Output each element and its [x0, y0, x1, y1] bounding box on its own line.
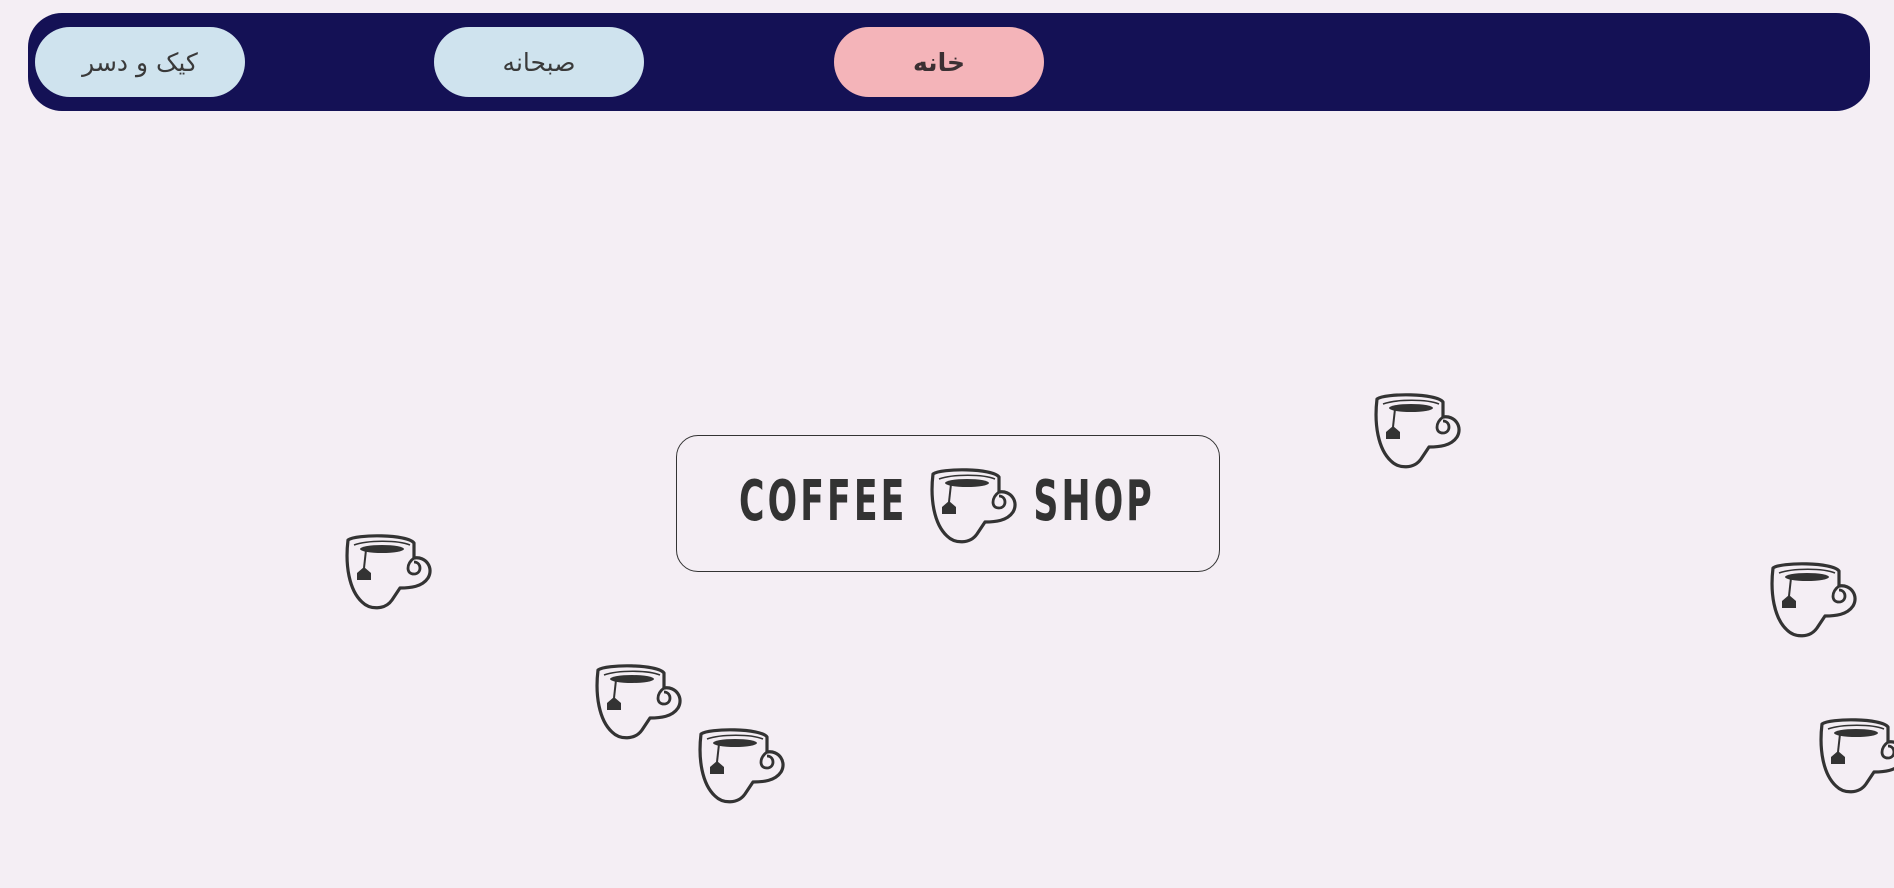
nav-button-home[interactable]: خانه: [834, 27, 1044, 97]
logo-word-shop: SHOP: [1033, 469, 1155, 534]
coffee-shop-logo: COFFEE SHOP: [676, 435, 1220, 572]
tea-cup-icon: [590, 660, 690, 742]
top-navbar: کیک و دسر صبحانه خانه: [28, 13, 1870, 111]
logo-word-coffee: COFFEE: [739, 469, 908, 534]
nav-button-breakfast[interactable]: صبحانه: [434, 27, 644, 97]
tea-cup-icon: [1369, 389, 1469, 471]
nav-button-cake-dessert[interactable]: کیک و دسر: [35, 27, 245, 97]
tea-cup-icon: [1814, 714, 1894, 796]
tea-cup-icon: [1765, 558, 1865, 640]
tea-cup-icon: [925, 464, 1025, 546]
tea-cup-icon: [340, 530, 440, 612]
tea-cup-icon: [693, 724, 793, 806]
